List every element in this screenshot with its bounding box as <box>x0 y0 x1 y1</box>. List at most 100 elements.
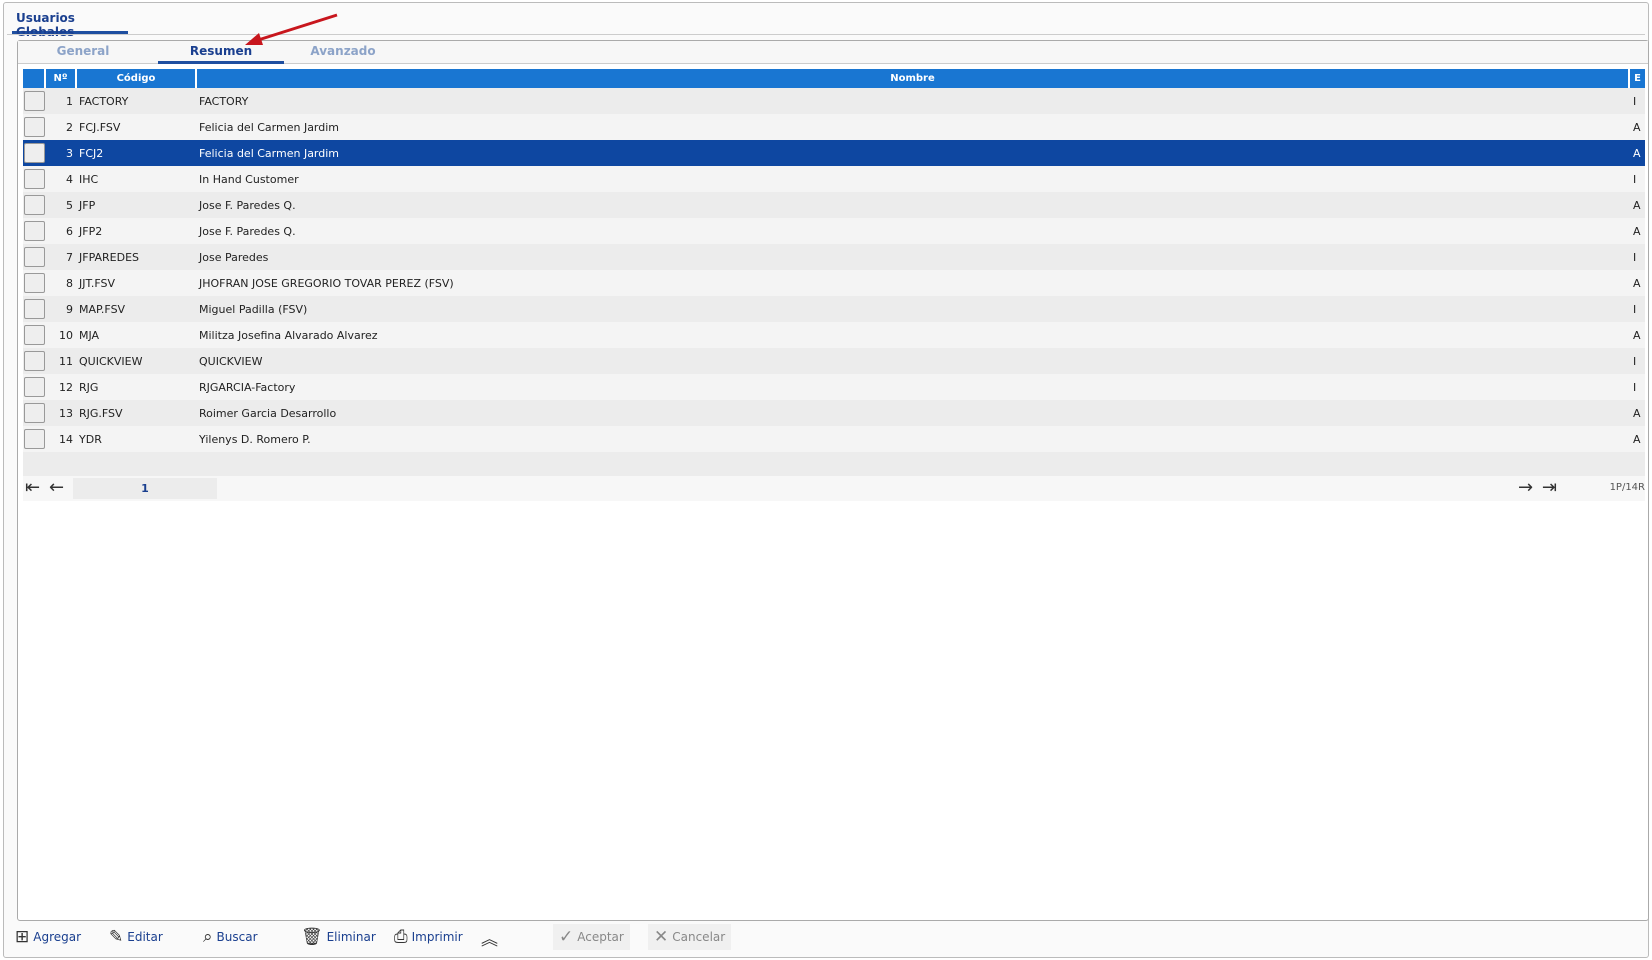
row-number: 10 <box>59 328 73 342</box>
cancel-button[interactable]: ✕ Cancelar <box>648 924 732 950</box>
last-page-icon[interactable]: ⇥ <box>1542 478 1557 498</box>
row-name: Jose F. Paredes Q. <box>199 224 296 238</box>
table-row[interactable]: 2 FCJ.FSV Felicia del Carmen Jardim A <box>23 114 1645 140</box>
table-row[interactable]: 6 JFP2 Jose F. Paredes Q. A <box>23 218 1645 244</box>
row-selector[interactable] <box>23 400 46 426</box>
table-row[interactable]: 3 FCJ2 Felicia del Carmen Jardim A <box>23 140 1645 166</box>
trash-icon: 🗑 <box>301 927 323 947</box>
row-checkbox[interactable] <box>24 221 45 241</box>
row-status: I <box>1633 354 1637 368</box>
delete-label: Eliminar <box>326 930 376 944</box>
row-checkbox[interactable] <box>24 325 45 345</box>
row-selector[interactable] <box>23 244 46 270</box>
tab-avanzado[interactable]: Avanzado <box>288 44 398 64</box>
table-row[interactable]: 9 MAP.FSV Miguel Padilla (FSV) I <box>23 296 1645 322</box>
row-selector[interactable] <box>23 426 46 452</box>
row-code: FCJ2 <box>79 146 104 160</box>
tab-resumen[interactable]: Resumen <box>158 44 284 64</box>
row-status: A <box>1633 224 1641 238</box>
row-selector[interactable] <box>23 192 46 218</box>
table-row[interactable]: 1 FACTORY FACTORY I <box>23 88 1645 114</box>
row-checkbox[interactable] <box>24 169 45 189</box>
row-name: Militza Josefina Alvarado Alvarez <box>199 328 378 342</box>
table-row[interactable]: 7 JFPAREDES Jose Paredes I <box>23 244 1645 270</box>
row-code: JJT.FSV <box>79 276 116 290</box>
accept-label: Aceptar <box>577 930 624 944</box>
users-table: Nº Código Nombre E 1 FACTORY FACTORY I 2… <box>23 69 1645 501</box>
prev-page-icon[interactable]: ← <box>49 478 64 498</box>
column-name[interactable]: Nombre <box>197 69 1630 88</box>
row-code: JFPAREDES <box>79 250 140 264</box>
collapse-button[interactable]: ︽ <box>481 924 498 950</box>
print-label: Imprimir <box>411 930 463 944</box>
row-status: A <box>1633 432 1641 446</box>
row-name: In Hand Customer <box>199 172 299 186</box>
row-selector[interactable] <box>23 114 46 140</box>
column-status[interactable]: E <box>1630 69 1645 88</box>
row-selector[interactable] <box>23 322 46 348</box>
row-code: QUICKVIEW <box>79 354 143 368</box>
row-checkbox[interactable] <box>24 377 45 397</box>
table-row[interactable]: 11 QUICKVIEW QUICKVIEW I <box>23 348 1645 374</box>
row-name: Jose F. Paredes Q. <box>199 198 296 212</box>
edit-button[interactable]: ✎ Editar <box>109 924 163 950</box>
print-button[interactable]: ⎙ Imprimir <box>394 924 463 950</box>
next-page-icon[interactable]: → <box>1518 478 1533 498</box>
table-row[interactable]: 10 MJA Militza Josefina Alvarado Alvarez… <box>23 322 1645 348</box>
row-number: 12 <box>59 380 73 394</box>
row-checkbox[interactable] <box>24 195 45 215</box>
row-number: 3 <box>66 146 73 160</box>
accept-button[interactable]: ✓ Aceptar <box>553 924 630 950</box>
window-tab[interactable]: Usuarios Globales <box>12 9 128 39</box>
row-code: MAP.FSV <box>79 302 126 316</box>
select-column-header[interactable] <box>23 69 46 88</box>
row-status: A <box>1633 276 1641 290</box>
row-selector[interactable] <box>23 166 46 192</box>
row-status: A <box>1633 328 1641 342</box>
row-number: 4 <box>66 172 73 186</box>
row-checkbox[interactable] <box>24 143 45 163</box>
row-selector[interactable] <box>23 88 46 114</box>
search-button[interactable]: ⌕ Buscar <box>203 924 258 950</box>
row-checkbox[interactable] <box>24 351 45 371</box>
toolbar: ⊞ Agregar ✎ Editar ⌕ Buscar 🗑 Eliminar ⎙ Impr… <box>13 922 813 950</box>
row-status: I <box>1633 250 1637 264</box>
row-code: FCJ.FSV <box>79 120 121 134</box>
row-selector[interactable] <box>23 140 46 166</box>
page-number[interactable]: 1 <box>73 478 217 499</box>
row-code: RJG.FSV <box>79 406 123 420</box>
table-row[interactable]: 4 IHC In Hand Customer I <box>23 166 1645 192</box>
row-number: 9 <box>66 302 73 316</box>
tab-general[interactable]: General <box>28 44 138 64</box>
row-checkbox[interactable] <box>24 403 45 423</box>
row-checkbox[interactable] <box>24 117 45 137</box>
row-checkbox[interactable] <box>24 247 45 267</box>
row-selector[interactable] <box>23 296 46 322</box>
row-selector[interactable] <box>23 374 46 400</box>
row-name: Jose Paredes <box>199 250 269 264</box>
row-number: 14 <box>59 432 73 446</box>
row-checkbox[interactable] <box>24 273 45 293</box>
add-button[interactable]: ⊞ Agregar <box>15 924 81 950</box>
row-selector[interactable] <box>23 218 46 244</box>
edit-icon: ✎ <box>109 927 124 947</box>
row-name: FACTORY <box>199 94 249 108</box>
row-checkbox[interactable] <box>24 91 45 111</box>
row-checkbox[interactable] <box>24 429 45 449</box>
first-page-icon[interactable]: ⇤ <box>25 478 40 498</box>
column-num[interactable]: Nº <box>46 69 77 88</box>
row-selector[interactable] <box>23 270 46 296</box>
row-status: A <box>1633 406 1641 420</box>
row-status: A <box>1633 120 1641 134</box>
delete-button[interactable]: 🗑 Eliminar <box>301 924 376 950</box>
row-checkbox[interactable] <box>24 299 45 319</box>
table-row[interactable]: 5 JFP Jose F. Paredes Q. A <box>23 192 1645 218</box>
column-code[interactable]: Código <box>77 69 197 88</box>
table-row[interactable]: 14 YDR Yilenys D. Romero P. A <box>23 426 1645 452</box>
row-selector[interactable] <box>23 348 46 374</box>
table-row[interactable]: 8 JJT.FSV JHOFRAN JOSE GREGORIO TOVAR PE… <box>23 270 1645 296</box>
row-code: JFP2 <box>79 224 103 238</box>
row-name: QUICKVIEW <box>199 354 263 368</box>
table-row[interactable]: 13 RJG.FSV Roimer Garcia Desarrollo A <box>23 400 1645 426</box>
table-row[interactable]: 12 RJG RJGARCIA-Factory I <box>23 374 1645 400</box>
